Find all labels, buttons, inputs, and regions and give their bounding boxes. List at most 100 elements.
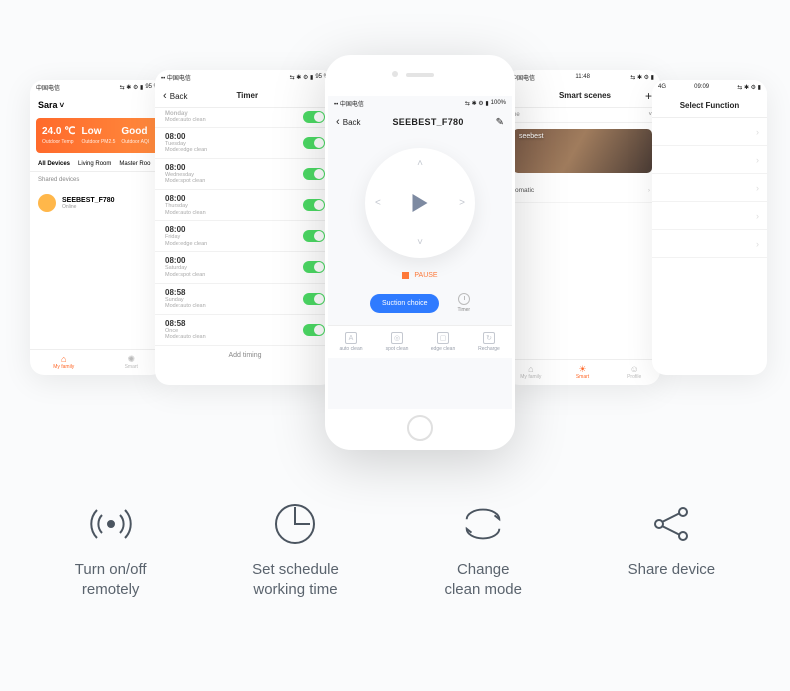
function-row[interactable] xyxy=(652,202,767,230)
clock-icon xyxy=(458,293,470,305)
bottom-nav: ⌂My family ☀Smart ☺Profile xyxy=(505,359,660,385)
nav-bar: Back SEEBEST_F780 ✎ xyxy=(328,110,512,134)
timer-row[interactable]: 08:00FridayMode:edge clean xyxy=(155,221,335,252)
mode-recharge[interactable]: ↻Recharge xyxy=(466,326,512,358)
function-row[interactable] xyxy=(652,118,767,146)
mode-auto-clean[interactable]: Aauto clean xyxy=(328,326,374,358)
action-row: Suction choice Timer xyxy=(328,293,512,313)
recharge-icon: ↻ xyxy=(483,332,495,344)
tab-living-room[interactable]: Living Room xyxy=(78,161,111,167)
weather-card[interactable]: 24.0 ℃Outdoor Temp LowOutdoor PM2.5 Good… xyxy=(36,118,159,153)
mode-edge-clean[interactable]: ▢edge clean xyxy=(420,326,466,358)
timer-row[interactable]: 08:00TuesdayMode:edge clean xyxy=(155,128,335,159)
pause-indicator[interactable]: PAUSE xyxy=(328,272,512,279)
section-scene[interactable]: ne˅ xyxy=(505,108,660,123)
timer-button[interactable]: Timer xyxy=(457,293,470,313)
feature-power: Turn on/offremotely xyxy=(75,500,147,601)
timer-row[interactable]: MondayMode:auto clean xyxy=(155,108,335,128)
toggle-switch[interactable] xyxy=(303,230,325,242)
timer-row[interactable]: 08:00ThursdayMode:auto clean xyxy=(155,190,335,221)
user-icon: ☺ xyxy=(630,365,639,374)
device-name: SEEBEST_F780 xyxy=(62,197,115,204)
timer-row[interactable]: 08:58OnceMode:auto clean xyxy=(155,315,335,346)
status-bar: •• 中国电信 ⇆ ✱ ⚙ ▮95 % xyxy=(155,70,335,84)
toggle-switch[interactable] xyxy=(303,137,325,149)
add-scene-button[interactable]: + xyxy=(645,89,652,103)
scene-name: seebest xyxy=(519,133,544,140)
add-timing-button[interactable]: Add timing xyxy=(155,346,335,365)
status-bar: •• 中国电信 ⇆ ✱ ⚙ ▮100% xyxy=(328,96,512,110)
mode-spot-clean[interactable]: ◎spot clean xyxy=(374,326,420,358)
phone-home: 中国电信 ⇆ ✱ ⚙ ▮95 % Sara 24.0 ℃Outdoor Temp… xyxy=(30,80,165,375)
play-button[interactable] xyxy=(413,194,428,212)
gear-icon: ✺ xyxy=(127,355,135,364)
device-icon xyxy=(38,194,56,212)
home-icon: ⌂ xyxy=(61,355,66,364)
feature-label: Changeclean mode xyxy=(444,560,522,601)
tab-master-room[interactable]: Master Roo xyxy=(119,161,150,167)
timer-row[interactable]: 08:58SundayMode:auto clean xyxy=(155,284,335,315)
toggle-switch[interactable] xyxy=(303,111,325,123)
toggle-switch[interactable] xyxy=(303,199,325,211)
dpad-right[interactable]: ˃ xyxy=(459,198,465,209)
function-row[interactable] xyxy=(652,174,767,202)
phone-timer: •• 中国电信 ⇆ ✱ ⚙ ▮95 % Back Timer MondayMod… xyxy=(155,70,335,385)
feature-label: Set scheduleworking time xyxy=(252,560,339,601)
signal-icon xyxy=(87,500,135,548)
status-bar: 4G09:09⇆ ✱ ⚙ ▮ xyxy=(652,80,767,94)
tab-all-devices[interactable]: All Devices xyxy=(38,161,70,167)
pause-label: PAUSE xyxy=(414,272,437,279)
feature-schedule: Set scheduleworking time xyxy=(252,500,339,601)
suction-choice-button[interactable]: Suction choice xyxy=(370,294,440,313)
weather-temp: 24.0 ℃ xyxy=(42,126,75,137)
feature-label: Share device xyxy=(628,560,716,580)
nav-bar: Select Function xyxy=(652,94,767,118)
device-title: SEEBEST_F780 xyxy=(393,117,464,127)
sun-icon: ☀ xyxy=(578,365,586,374)
weather-aqi: Good xyxy=(121,126,149,137)
mode-bar: Aauto clean ◎spot clean ▢edge clean ↻Rec… xyxy=(328,325,512,358)
toggle-switch[interactable] xyxy=(303,324,325,336)
user-dropdown[interactable]: Sara xyxy=(30,94,165,116)
room-tabs: All Devices Living Room Master Roo xyxy=(30,157,165,172)
dpad-left[interactable]: ˂ xyxy=(375,198,381,209)
carrier: 中国电信 xyxy=(36,83,60,92)
auto-icon: A xyxy=(345,332,357,344)
dpad-down[interactable]: ˅ xyxy=(417,237,423,248)
phone-bezel xyxy=(328,58,512,96)
direction-pad: ˄ ˅ ˂ ˃ xyxy=(365,148,475,258)
clock-icon xyxy=(271,500,319,548)
page-title: Smart scenes xyxy=(559,91,611,100)
phone-control: •• 中国电信 ⇆ ✱ ⚙ ▮100% Back SEEBEST_F780 ✎ … xyxy=(325,55,515,450)
dpad-up[interactable]: ˄ xyxy=(417,158,423,169)
bottom-nav: ⌂My family ✺Smart xyxy=(30,349,165,375)
toggle-switch[interactable] xyxy=(303,261,325,273)
edge-icon: ▢ xyxy=(437,332,449,344)
edit-icon[interactable]: ✎ xyxy=(496,117,504,128)
status-bar: 中国电信 ⇆ ✱ ⚙ ▮95 % xyxy=(30,80,165,94)
nav-smart[interactable]: ☀Smart xyxy=(557,360,609,385)
timer-row[interactable]: 08:00WednesdayMode:spot clean xyxy=(155,159,335,190)
feature-share: Share device xyxy=(628,500,716,601)
function-row[interactable] xyxy=(652,146,767,174)
phone-showcase: 中国电信 ⇆ ✱ ⚙ ▮95 % Sara 24.0 ℃Outdoor Temp… xyxy=(0,0,790,460)
scene-card[interactable]: seebest xyxy=(513,129,652,173)
nav-my-family[interactable]: ⌂My family xyxy=(30,350,98,375)
stop-icon xyxy=(402,272,409,279)
back-button[interactable]: Back xyxy=(336,116,361,128)
timer-row[interactable]: 08:00SaturdayMode:spot clean xyxy=(155,252,335,283)
toggle-switch[interactable] xyxy=(303,293,325,305)
nav-bar: Smart scenes + xyxy=(505,84,660,108)
speaker-icon xyxy=(406,73,434,77)
toggle-switch[interactable] xyxy=(303,168,325,180)
swap-icon xyxy=(459,500,507,548)
spot-icon: ◎ xyxy=(391,332,403,344)
timer-list: MondayMode:auto clean 08:00TuesdayMode:e… xyxy=(155,108,335,346)
function-row[interactable] xyxy=(652,230,767,258)
home-button[interactable] xyxy=(328,409,512,447)
back-button[interactable]: Back xyxy=(163,90,188,102)
device-row[interactable]: SEEBEST_F780 Online xyxy=(30,188,165,218)
shared-devices-label: Shared devices xyxy=(30,172,165,188)
feature-label: Turn on/offremotely xyxy=(75,560,147,601)
section-automatic[interactable]: omatic xyxy=(505,179,660,203)
